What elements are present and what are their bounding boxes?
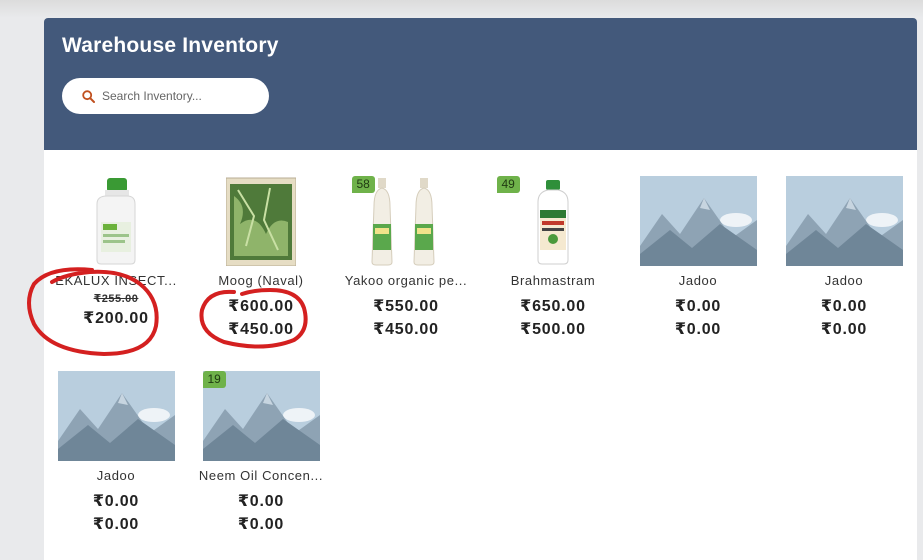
header-bar: Warehouse Inventory [44,18,917,150]
page-title: Warehouse Inventory [62,34,279,57]
selling-price: ₹0.00 [237,516,285,533]
stock-badge: 49 [496,176,520,193]
mrp-price: ₹650.00 [520,298,586,315]
product-name: Yakoo organic pe... [344,273,468,288]
product-card[interactable]: Jadoo ₹0.00 ₹0.00 [51,371,181,536]
product-card[interactable]: 49 Brahmastram ₹650.00 ₹500.00 [488,176,618,341]
product-card[interactable]: 58 Yakoo organic pe... ₹550.00 ₹450.00 [341,176,471,341]
product-name: Jadoo [96,468,136,483]
placeholder-image [57,371,175,461]
selling-price: ₹0.00 [674,321,722,338]
search-box[interactable] [62,78,269,114]
product-image [203,176,320,266]
mrp-price: ₹550.00 [373,298,439,315]
placeholder-image [785,176,903,266]
inventory-panel: Warehouse Inventory EKALUX INSECT... ₹25… [44,18,917,560]
selling-price: ₹450.00 [373,321,439,338]
search-input[interactable] [102,89,252,103]
placeholder-image [639,176,757,266]
product-name: Moog (Naval) [218,273,304,288]
product-image: 49 [495,176,612,266]
stock-badge: 58 [351,176,375,193]
selling-price: ₹200.00 [83,310,149,327]
product-card[interactable]: Jadoo ₹0.00 ₹0.00 [633,176,763,341]
product-card[interactable]: Moog (Naval) ₹600.00 ₹450.00 [196,176,326,341]
mrp-price: ₹0.00 [237,493,285,510]
mrp-price: ₹600.00 [228,298,294,315]
mrp-price: ₹0.00 [674,298,722,315]
product-name: Neem Oil Concen... [198,468,324,483]
product-name: Brahmastram [510,273,596,288]
product-card[interactable]: 19 Neem Oil Concen... ₹0.00 ₹0.00 [196,371,326,536]
selling-price: ₹500.00 [520,321,586,338]
selling-price: ₹450.00 [228,321,294,338]
selling-price: ₹0.00 [820,321,868,338]
product-image: 58 [348,176,465,266]
search-icon [82,89,95,103]
mrp-price: ₹0.00 [92,493,140,510]
selling-price: ₹0.00 [92,516,140,533]
product-name: EKALUX INSECT... [55,273,177,288]
product-card[interactable]: Jadoo ₹0.00 ₹0.00 [779,176,909,341]
placeholder-image: 19 [202,371,320,461]
mrp-price: ₹255.00 [93,293,139,305]
product-image [58,176,175,266]
product-name: Jadoo [824,273,864,288]
stock-badge: 19 [202,371,226,388]
product-card[interactable]: EKALUX INSECT... ₹255.00 ₹200.00 [51,176,181,330]
browser-top-strip [0,0,923,18]
product-name: Jadoo [678,273,718,288]
mrp-price: ₹0.00 [820,298,868,315]
